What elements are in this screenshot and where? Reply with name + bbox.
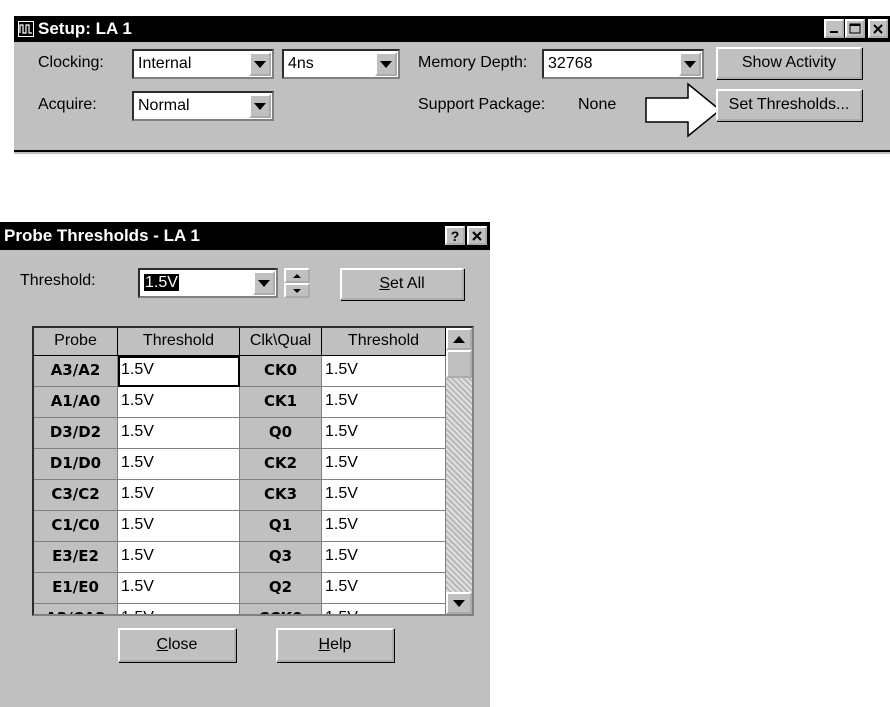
threshold-cell[interactable]: 1.5V — [118, 356, 240, 387]
threshold-table[interactable]: Probe Threshold Clk\Qual Threshold A3/A2 1.5V… — [32, 326, 474, 616]
set-all-button[interactable]: Set All — [340, 268, 464, 300]
setup-window: Setup: LA 1 Clocking: Internal 4ns Memor… — [12, 14, 890, 154]
acquire-select[interactable]: Normal — [132, 91, 274, 121]
threshold-cell[interactable]: 1.5V — [118, 418, 240, 449]
maximize-icon[interactable] — [845, 19, 865, 38]
acquire-label: Acquire: — [38, 96, 97, 113]
probe-titlebar[interactable]: Probe Thresholds - LA 1 ? — [0, 222, 490, 250]
support-package-value: None — [578, 96, 617, 113]
threshold-header[interactable]: Threshold — [118, 328, 240, 356]
chevron-down-icon[interactable] — [679, 52, 701, 76]
threshold-cell[interactable]: 1.5V — [322, 604, 446, 614]
threshold-label: Threshold: — [20, 272, 96, 290]
help-glyph: ? — [450, 227, 460, 244]
clk-qual-label: CK3 — [240, 480, 322, 511]
clk-qual-label: Q1 — [240, 511, 322, 542]
logic-analyzer-icon — [18, 21, 34, 37]
set-all-mnemonic: S — [379, 275, 390, 292]
probe-label: D1/D0 — [34, 449, 118, 480]
right-arrow-pointer — [645, 82, 722, 138]
threshold-cell[interactable]: 1.5V — [322, 356, 446, 387]
close-label: lose — [168, 636, 198, 653]
scroll-up-icon[interactable] — [446, 328, 472, 350]
clk-qual-label: CK0 — [240, 356, 322, 387]
threshold-cell[interactable]: 1.5V — [322, 573, 446, 604]
clk-qual-label: Q3 — [240, 542, 322, 573]
threshold-label-pre: Threshol — [20, 272, 83, 289]
threshold-cell[interactable]: 1.5V — [118, 480, 240, 511]
threshold-cell[interactable]: 1.5V — [322, 542, 446, 573]
clock-period-select[interactable]: 4ns — [282, 49, 400, 79]
clk-qual-label: Q2 — [240, 573, 322, 604]
threshold-cell[interactable]: 1.5V — [322, 418, 446, 449]
setup-titlebar[interactable]: Setup: LA 1 — [14, 16, 890, 42]
close-icon[interactable] — [467, 226, 487, 245]
memory-depth-label: Memory Depth: — [418, 54, 528, 71]
help-button[interactable]: Help — [276, 628, 394, 662]
support-package-label: Support Package: — [418, 96, 546, 113]
vertical-scrollbar[interactable] — [446, 328, 472, 614]
spin-up-icon[interactable] — [284, 268, 310, 283]
clk-qual-label: CK2 — [240, 449, 322, 480]
memory-depth-value: 32768 — [548, 55, 593, 72]
threshold-cell[interactable]: 1.5V — [118, 511, 240, 542]
spin-down-icon[interactable] — [284, 283, 310, 298]
threshold-cell[interactable]: 1.5V — [322, 480, 446, 511]
probe-label: E3/E2 — [34, 542, 118, 573]
close-mnemonic: C — [156, 636, 169, 653]
probe-label: A3/CA2 — [34, 604, 118, 614]
threshold-cell[interactable]: 1.5V — [118, 387, 240, 418]
threshold-cell[interactable]: 1.5V — [322, 387, 446, 418]
probe-label: C1/C0 — [34, 511, 118, 542]
clk-qual-label: CCK0 — [240, 604, 322, 614]
clocking-label: Clocking: — [38, 54, 104, 71]
minimize-icon[interactable] — [824, 19, 844, 38]
probe-header[interactable]: Probe — [34, 328, 118, 356]
help-icon[interactable]: ? — [445, 226, 465, 245]
setup-title: Setup: LA 1 — [38, 19, 132, 38]
acquire-value: Normal — [138, 97, 190, 114]
memory-depth-select[interactable]: 32768 — [542, 49, 704, 79]
threshold-value: 1.5V — [144, 274, 179, 291]
clk-qual-header[interactable]: Clk\Qual — [240, 328, 322, 356]
probe-label: A3/A2 — [34, 356, 118, 387]
clk-qual-label: CK1 — [240, 387, 322, 418]
scroll-down-icon[interactable] — [446, 592, 472, 614]
close-icon[interactable] — [868, 19, 888, 38]
threshold-cell[interactable]: 1.5V — [118, 573, 240, 604]
probe-label: C3/C2 — [34, 480, 118, 511]
close-button[interactable]: Close — [118, 628, 236, 662]
probe-label: E1/E0 — [34, 573, 118, 604]
chevron-down-icon[interactable] — [375, 52, 397, 76]
divider — [14, 150, 890, 152]
threshold-cell[interactable]: 1.5V — [322, 449, 446, 480]
threshold-spinner[interactable] — [284, 268, 310, 298]
threshold-cell[interactable]: 1.5V — [118, 449, 240, 480]
clocking-value: Internal — [138, 55, 192, 72]
chevron-down-icon[interactable] — [249, 94, 271, 118]
help-mnemonic: H — [318, 636, 331, 653]
set-thresholds-button[interactable]: Set Thresholds... — [716, 89, 862, 121]
scroll-thumb[interactable] — [446, 350, 472, 378]
chevron-down-icon[interactable] — [249, 52, 271, 76]
threshold-cell[interactable]: 1.5V — [118, 542, 240, 573]
probe-label: A1/A0 — [34, 387, 118, 418]
clock-period-value: 4ns — [288, 55, 314, 72]
probe-title: Probe Thresholds - LA 1 — [4, 226, 200, 245]
threshold-label-post: d: — [82, 272, 96, 289]
clk-qual-label: Q0 — [240, 418, 322, 449]
threshold-select[interactable]: 1.5V — [138, 268, 278, 298]
help-label: elp — [330, 636, 352, 653]
threshold-cell[interactable]: 1.5V — [118, 604, 240, 614]
set-all-label: et All — [389, 275, 425, 292]
probe-label: D3/D2 — [34, 418, 118, 449]
show-activity-button[interactable]: Show Activity — [716, 47, 862, 79]
probe-thresholds-dialog: Probe Thresholds - LA 1 ? Threshold: 1.5… — [0, 222, 490, 707]
threshold-header[interactable]: Threshold — [322, 328, 446, 356]
chevron-down-icon[interactable] — [253, 271, 275, 295]
clocking-select[interactable]: Internal — [132, 49, 274, 79]
threshold-cell[interactable]: 1.5V — [322, 511, 446, 542]
